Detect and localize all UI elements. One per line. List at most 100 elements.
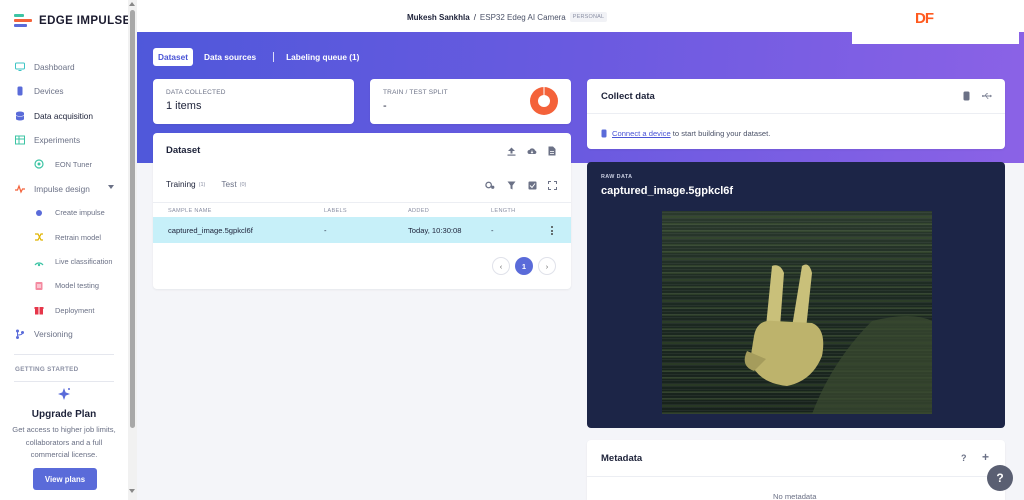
sidebar-item-model-testing[interactable]: Model testing [0, 274, 128, 298]
subtab-training-label: Training [166, 179, 196, 189]
plan-badge: PERSONAL [569, 12, 608, 22]
usb-icon[interactable] [982, 91, 992, 101]
split-donut-chart [530, 87, 558, 115]
cell-labels: - [324, 226, 327, 235]
subtab-training-count: (1) [198, 181, 206, 188]
sidebar-item-label: Devices [34, 86, 64, 97]
sidebar-item-eon-tuner[interactable]: EON Tuner [0, 152, 128, 176]
view-plans-button[interactable]: View plans [33, 468, 97, 490]
sidebar-item-deployment[interactable]: Deployment [0, 298, 128, 322]
cell-added: Today, 10:30:08 [408, 226, 462, 235]
logo[interactable]: EDGE IMPULSE [14, 14, 131, 28]
tab-labeling-queue[interactable]: Labeling queue (1) [286, 48, 364, 66]
project-owner[interactable]: Mukesh Sankhla [407, 13, 470, 22]
table-icon [15, 135, 25, 145]
live-icon [34, 257, 44, 267]
scroll-up-icon[interactable] [129, 2, 135, 6]
sidebar-item-data-acquisition[interactable]: Data acquisition [0, 104, 128, 128]
tuner-icon [34, 159, 44, 169]
sidebar-item-versioning[interactable]: Versioning [0, 322, 128, 346]
sidebar-item-label: EON Tuner [55, 159, 92, 169]
metadata-divider [587, 476, 1005, 477]
sidebar-item-dashboard[interactable]: Dashboard [0, 55, 128, 79]
filter-settings-icon[interactable] [485, 180, 495, 190]
sidebar-nav: Dashboard Devices Data acquisition Exper… [0, 55, 128, 347]
cloud-download-icon[interactable] [527, 146, 537, 156]
sidebar-scrollbar[interactable] [128, 0, 137, 500]
sidebar-item-live-classification[interactable]: Live classification [0, 249, 128, 273]
train-test-split-label: TRAIN / TEST SPLIT [383, 89, 448, 96]
monitor-icon [15, 62, 25, 72]
raw-data-label: RAW DATA [601, 174, 633, 180]
sidebar-item-retrain-model[interactable]: Retrain model [0, 225, 128, 249]
breadcrumb-separator: / [473, 12, 476, 22]
sidebar-item-impulse-design[interactable]: Impulse design [0, 176, 128, 200]
page-tabs: Dataset Data sources Labeling queue (1) [153, 48, 364, 66]
help-chat-button[interactable]: ? [987, 465, 1013, 491]
sidebar-item-label: Deployment [55, 305, 95, 315]
device-icon[interactable] [961, 91, 971, 101]
table-row[interactable]: captured_image.5gpkcl6f - Today, 10:30:0… [153, 217, 571, 243]
collect-message: Connect a device to start building your … [601, 129, 770, 138]
data-collected-card: DATA COLLECTED 1 items [153, 79, 354, 124]
sidebar-item-experiments[interactable]: Experiments [0, 128, 128, 152]
dataset-title: Dataset [166, 145, 201, 156]
sidebar-item-label: Impulse design [34, 183, 90, 194]
database-icon [15, 111, 25, 121]
collect-data-card: Collect data Connect a device to start b… [587, 79, 1005, 149]
breadcrumb: Mukesh Sankhla / ESP32 Edeg AI Camera PE… [407, 12, 608, 22]
train-test-split-card: TRAIN / TEST SPLIT - [370, 79, 571, 124]
prev-page-button[interactable]: ‹ [492, 257, 510, 275]
upload-icon[interactable] [506, 146, 516, 156]
add-metadata-button[interactable]: + [982, 450, 989, 464]
connect-device-link[interactable]: Connect a device [612, 129, 671, 138]
header-overlay [852, 32, 1019, 44]
shuffle-icon [34, 232, 44, 242]
sidebar-item-label: Data acquisition [34, 110, 94, 121]
current-page-button[interactable]: 1 [515, 257, 533, 275]
document-icon[interactable] [547, 146, 557, 156]
upgrade-title: Upgrade Plan [31, 409, 97, 420]
scroll-down-icon[interactable] [129, 489, 135, 493]
project-name[interactable]: ESP32 Edeg AI Camera [480, 13, 566, 22]
row-menu-icon[interactable] [551, 226, 553, 237]
test-icon [34, 281, 44, 291]
sidebar-item-label: Model testing [55, 281, 99, 291]
raw-data-card: RAW DATA captured_image.5gpkcl6f [587, 162, 1005, 428]
sidebar-item-devices[interactable]: Devices [0, 79, 128, 103]
scrollbar-thumb[interactable] [130, 10, 135, 428]
upgrade-panel: Upgrade Plan Get access to higher job li… [8, 387, 120, 462]
upgrade-description: Get access to higher job limits, collabo… [12, 425, 116, 459]
tab-data-sources[interactable]: Data sources [199, 48, 261, 66]
gift-icon [34, 305, 44, 315]
metadata-help-button[interactable]: ? [961, 453, 967, 463]
collect-message-text: Connect a device to start building your … [612, 129, 770, 138]
column-sample-name[interactable]: SAMPLE NAME [168, 208, 212, 214]
device-small-icon [601, 129, 607, 138]
column-length[interactable]: LENGTH [491, 208, 516, 214]
chevron-down-icon[interactable] [108, 185, 114, 190]
tab-dataset[interactable]: Dataset [153, 48, 193, 66]
question-icon: ? [996, 471, 1004, 485]
subtab-test[interactable]: Test (0) [221, 179, 246, 189]
filter-icon[interactable] [506, 180, 516, 190]
column-labels[interactable]: LABELS [324, 208, 347, 214]
sparkle-star-icon [8, 387, 120, 406]
dataset-card: Dataset Training (1) Test (0) SAMPLE NAME … [153, 133, 571, 289]
next-page-button[interactable]: › [538, 257, 556, 275]
sidebar-item-create-impulse[interactable]: Create impulse [0, 201, 128, 225]
sidebar: EDGE IMPULSE Dashboard Devices Data acqu… [0, 0, 137, 500]
subtab-test-count: (0) [239, 181, 247, 188]
subtab-training[interactable]: Training (1) [166, 179, 205, 189]
no-metadata-text: No metadata [773, 492, 817, 500]
app-name: EDGE IMPULSE [39, 15, 131, 27]
metadata-card: Metadata ? + No metadata [587, 440, 1005, 500]
column-added[interactable]: ADDED [408, 208, 429, 214]
collect-data-title: Collect data [601, 91, 655, 102]
select-checkbox-icon[interactable] [527, 180, 537, 190]
expand-icon[interactable] [547, 180, 557, 190]
top-bar: Mukesh Sankhla / ESP32 Edeg AI Camera PE… [137, 0, 1024, 32]
sidebar-item-label: Retrain model [55, 232, 102, 242]
table-header: SAMPLE NAME LABELS ADDED LENGTH [153, 202, 571, 217]
sidebar-item-label: Dashboard [34, 62, 75, 73]
